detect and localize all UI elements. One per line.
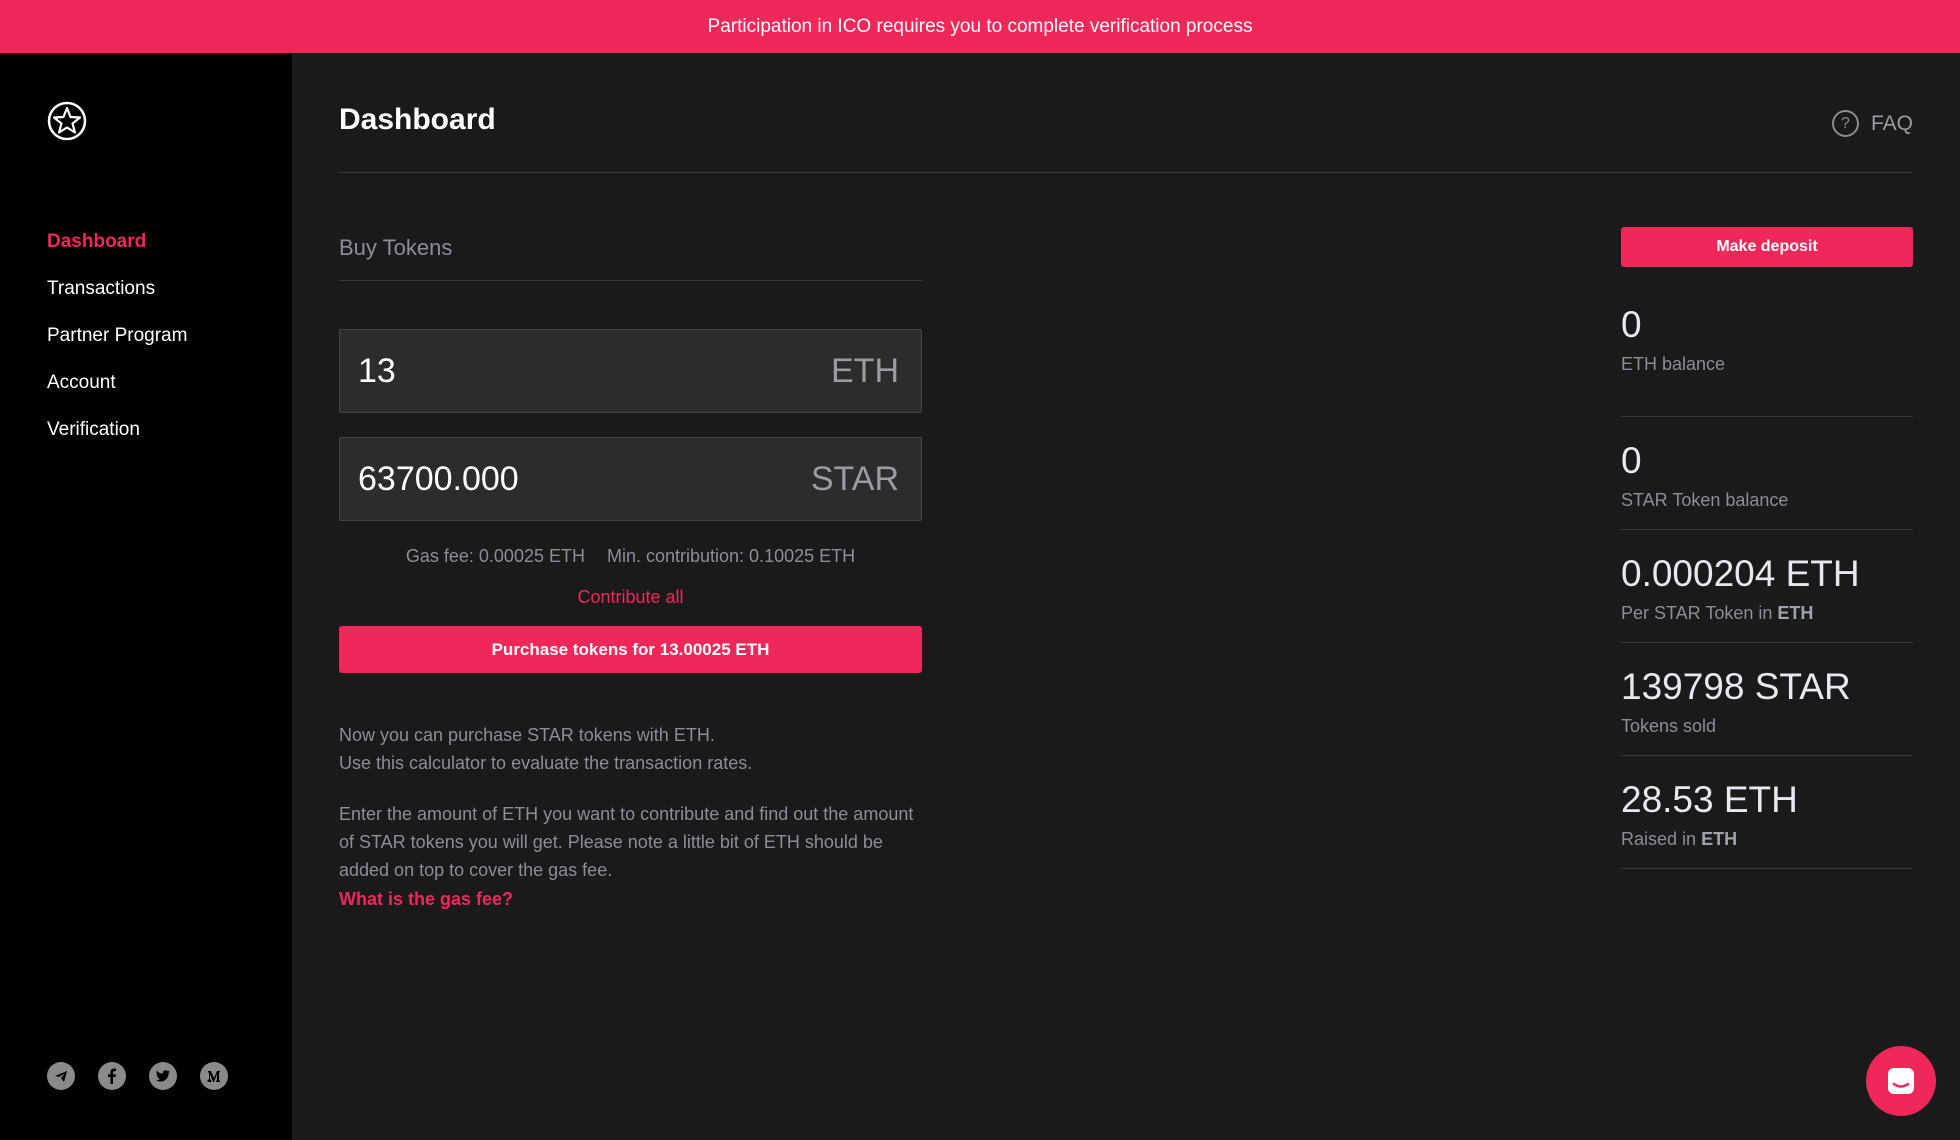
header-divider [339, 172, 1913, 173]
stat-token-price: 0.000204 ETH Per STAR Token in ETH [1621, 530, 1913, 643]
facebook-icon[interactable] [98, 1062, 126, 1090]
verification-banner: Participation in ICO requires you to com… [0, 0, 1960, 53]
twitter-icon[interactable] [149, 1062, 177, 1090]
sidebar: Dashboard Transactions Partner Program A… [0, 53, 292, 1140]
question-circle-icon: ? [1831, 110, 1859, 137]
chat-widget-icon[interactable] [1866, 1046, 1936, 1116]
stat-star-balance: 0 STAR Token balance [1621, 417, 1913, 530]
star-amount-value: 63700.000 [358, 459, 519, 498]
banner-text: Participation in ICO requires you to com… [707, 15, 1253, 37]
make-deposit-button[interactable]: Make deposit [1621, 227, 1913, 267]
stat-value: 139798 STAR [1621, 666, 1851, 707]
telegram-icon[interactable] [47, 1062, 75, 1090]
gas-fee-text: Gas fee: 0.00025 ETH [405, 546, 585, 566]
section-divider [339, 280, 922, 281]
description-line-1: Now you can purchase STAR tokens with ET… [339, 725, 715, 745]
sidebar-item-transactions[interactable]: Transactions [47, 278, 187, 325]
stat-eth-balance: 0 ETH balance [1621, 304, 1913, 417]
description-line-2: Use this calculator to evaluate the tran… [339, 753, 753, 773]
stat-eth-raised: 28.53 ETH Raised in ETH [1621, 756, 1913, 869]
description-intro: Now you can purchase STAR tokens with ET… [339, 721, 922, 777]
stat-value: 28.53 ETH [1621, 779, 1798, 820]
faq-label: FAQ [1870, 111, 1913, 135]
stat-value: 0 [1621, 440, 1642, 481]
faq-link[interactable]: ? FAQ [1831, 110, 1913, 137]
medium-icon[interactable] [200, 1062, 228, 1090]
sidebar-item-partner-program[interactable]: Partner Program [47, 325, 187, 372]
eth-amount-value: 13 [358, 351, 396, 390]
gas-fee-help-link[interactable]: What is the gas fee? [339, 889, 513, 910]
stat-value: 0.000204 ETH [1621, 553, 1860, 594]
stat-label: ETH balance [1621, 354, 1726, 374]
sidebar-item-dashboard[interactable]: Dashboard [47, 231, 187, 278]
fee-info: Gas fee: 0.00025 ETH Min. contribution: 0… [339, 546, 922, 567]
stat-label: Tokens sold [1621, 716, 1717, 736]
star-unit-label: STAR [810, 459, 899, 498]
min-contribution-text: Min. contribution: 0.10025 ETH [606, 546, 856, 566]
sidebar-item-verification[interactable]: Verification [47, 419, 187, 466]
social-links [47, 1062, 228, 1090]
stat-label: STAR Token balance [1621, 490, 1789, 510]
main-content: Dashboard ? FAQ Buy Tokens 13 ETH 63700.… [292, 53, 1960, 1140]
star-amount-input[interactable]: 63700.000 STAR [339, 437, 922, 521]
sidebar-nav: Dashboard Transactions Partner Program A… [47, 231, 187, 466]
stat-value: 0 [1621, 304, 1642, 345]
stat-label: Raised in ETH [1621, 829, 1738, 849]
purchase-tokens-button[interactable]: Purchase tokens for 13.00025 ETH [339, 626, 922, 673]
eth-unit-label: ETH [831, 351, 899, 390]
eth-amount-input[interactable]: 13 ETH [339, 329, 922, 413]
stat-label: Per STAR Token in ETH [1621, 603, 1814, 623]
description-gas-note: Enter the amount of ETH you want to cont… [339, 804, 914, 880]
buy-tokens-title: Buy Tokens [339, 235, 453, 260]
sidebar-item-account[interactable]: Account [47, 372, 187, 419]
stat-tokens-sold: 139798 STAR Tokens sold [1621, 643, 1913, 756]
stats-panel: 0 ETH balance 0 STAR Token balance 0.000… [1621, 304, 1913, 869]
page-title: Dashboard [339, 103, 496, 136]
star-logo-icon[interactable] [45, 99, 89, 143]
contribute-all-link[interactable]: Contribute all [339, 587, 922, 608]
